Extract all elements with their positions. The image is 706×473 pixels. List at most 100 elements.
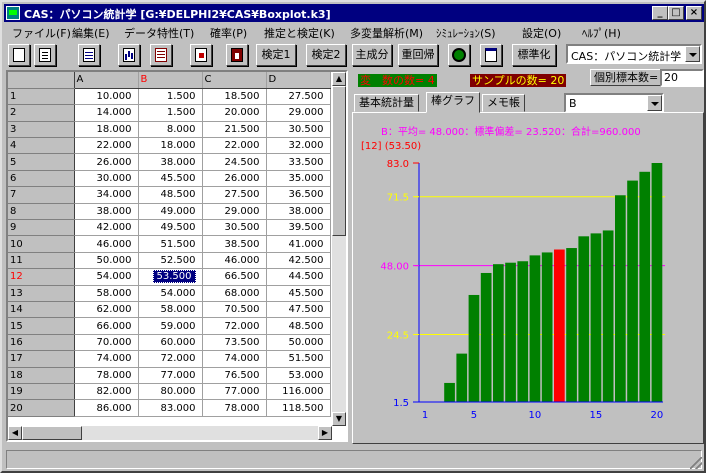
variable-select[interactable]: B: [564, 93, 664, 113]
bar-chart-button[interactable]: [118, 44, 140, 66]
grid-cell[interactable]: 54.000: [74, 268, 139, 286]
grid-cell[interactable]: 20.000: [202, 104, 267, 122]
grid-cell[interactable]: 52.500: [138, 252, 203, 270]
window-button[interactable]: [480, 44, 502, 66]
individual-sample-input[interactable]: 20: [660, 69, 704, 87]
grid-cell[interactable]: 60.000: [138, 334, 203, 352]
grid-cell[interactable]: 33.500: [266, 153, 331, 171]
minimize-button[interactable]: _: [652, 6, 668, 20]
grid-cell[interactable]: 62.000: [74, 301, 139, 319]
menu-estimation-test[interactable]: 推定と検定(K): [264, 25, 335, 41]
menu-settings[interactable]: 設定(O): [522, 25, 561, 41]
grid-cell[interactable]: 10.000: [74, 88, 139, 106]
row-header[interactable]: 8: [8, 203, 75, 221]
grid-cell[interactable]: 30.000: [74, 170, 139, 188]
horizontal-scrollbar[interactable]: ◀ ▶: [8, 426, 332, 440]
column-header[interactable]: A: [74, 72, 139, 89]
grid-cell[interactable]: 42.000: [74, 219, 139, 237]
pca-button[interactable]: 主成分: [352, 44, 392, 66]
grid-cell[interactable]: 70.000: [74, 334, 139, 352]
grid-cell[interactable]: 80.000: [138, 383, 203, 401]
grid-cell[interactable]: 18.500: [202, 88, 267, 106]
data-grid[interactable]: A B C D 1 10.000 1.500 18.500 27.500 2 14.000 1.500…: [6, 70, 348, 442]
regression-button[interactable]: 重回帰: [398, 44, 438, 66]
grid-cell[interactable]: 50.000: [74, 252, 139, 270]
grid-cell[interactable]: 29.000: [202, 203, 267, 221]
data-grid-button[interactable]: [78, 44, 100, 66]
menu-probability[interactable]: 確率(P): [210, 25, 247, 41]
column-header[interactable]: B: [138, 72, 203, 89]
scroll-up-icon[interactable]: ▲: [332, 72, 346, 86]
grid-cell[interactable]: 78.000: [202, 399, 267, 417]
column-header[interactable]: C: [202, 72, 267, 89]
vertical-scroll-thumb[interactable]: [332, 86, 346, 236]
grid-cell[interactable]: 74.000: [74, 350, 139, 368]
row-header[interactable]: 4: [8, 137, 75, 155]
row-header[interactable]: 5: [8, 153, 75, 171]
grid-cell[interactable]: 45.500: [266, 285, 331, 302]
resize-grip-icon[interactable]: [690, 457, 702, 469]
grid-cell[interactable]: 51.500: [266, 350, 331, 368]
title-bar[interactable]: CAS：パソコン統計学 [G:¥DELPHI2¥CAS¥Boxplot.k3] …: [4, 4, 704, 22]
grid-cell[interactable]: 26.000: [74, 153, 139, 171]
grid-cell[interactable]: 18.000: [138, 137, 203, 155]
grid-cell[interactable]: 58.000: [138, 301, 203, 319]
tab-basic-statistics[interactable]: 基本統計量: [354, 94, 419, 112]
grid-cell[interactable]: 38.000: [74, 203, 139, 221]
tab-memo[interactable]: メモ帳: [482, 94, 525, 112]
scroll-down-icon[interactable]: ▼: [332, 412, 346, 426]
grid-cell[interactable]: 35.000: [266, 170, 331, 188]
grid-cell[interactable]: 51.500: [138, 235, 203, 253]
grid-cell[interactable]: 78.000: [74, 367, 139, 384]
grid-cell[interactable]: 38.500: [202, 235, 267, 253]
grid-cell[interactable]: 46.000: [202, 252, 267, 270]
row-header[interactable]: 10: [8, 235, 75, 253]
grid-cell[interactable]: 83.000: [138, 399, 203, 417]
vertical-scrollbar[interactable]: ▲ ▼: [332, 72, 346, 426]
row-header[interactable]: 12: [8, 268, 75, 286]
maximize-button[interactable]: □: [668, 6, 684, 20]
row-header[interactable]: 14: [8, 301, 75, 319]
row-header[interactable]: 19: [8, 383, 75, 401]
row-header[interactable]: 16: [8, 334, 75, 352]
exit-button[interactable]: [226, 44, 248, 66]
grid-cell[interactable]: 34.000: [74, 186, 139, 204]
grid-cell[interactable]: 38.000: [138, 153, 203, 171]
row-header[interactable]: 17: [8, 350, 75, 368]
grid-cell[interactable]: 26.000: [202, 170, 267, 188]
grid-cell[interactable]: 72.000: [202, 317, 267, 335]
grid-cell[interactable]: 68.000: [202, 285, 267, 302]
grid-cell[interactable]: 1.500: [138, 88, 203, 106]
row-header[interactable]: 9: [8, 219, 75, 237]
row-header[interactable]: 3: [8, 121, 75, 139]
row-header[interactable]: 20: [8, 399, 75, 417]
row-header[interactable]: 2: [8, 104, 75, 122]
grid-cell[interactable]: 86.000: [74, 399, 139, 417]
grid-cell[interactable]: 74.000: [202, 350, 267, 368]
grid-cell[interactable]: 76.500: [202, 367, 267, 384]
grid-cell[interactable]: 49.000: [138, 203, 203, 221]
menu-simulation[interactable]: ｼﾐｭﾚｰｼｮﾝ(S): [436, 25, 496, 41]
grid-cell[interactable]: 42.500: [266, 252, 331, 270]
row-header[interactable]: 18: [8, 367, 75, 384]
test1-button[interactable]: 検定1: [256, 44, 296, 66]
mode-select[interactable]: CAS：パソコン統計学: [566, 44, 702, 64]
menu-edit[interactable]: 編集(E): [72, 25, 110, 41]
grid-cell[interactable]: 22.000: [74, 137, 139, 155]
grid-cell[interactable]: 77.000: [138, 367, 203, 384]
grid-cell[interactable]: 118.500: [266, 399, 331, 417]
test2-button[interactable]: 検定2: [306, 44, 346, 66]
grid-cell[interactable]: 116.000: [266, 383, 331, 401]
grid-cell[interactable]: 36.500: [266, 186, 331, 204]
grid-cell[interactable]: 24.500: [202, 153, 267, 171]
tab-bar-graph[interactable]: 棒グラフ: [426, 92, 480, 113]
chevron-down-icon[interactable]: [685, 46, 700, 62]
scroll-right-icon[interactable]: ▶: [318, 426, 332, 440]
grid-cell[interactable]: 32.000: [266, 137, 331, 155]
grid-cell[interactable]: 47.500: [266, 301, 331, 319]
menu-multivariate[interactable]: 多変量解析(M): [350, 25, 423, 41]
grid-cell[interactable]: 1.500: [138, 104, 203, 122]
grid-cell[interactable]: 58.000: [74, 285, 139, 302]
grid-cell[interactable]: 66.000: [74, 317, 139, 335]
grid-cell[interactable]: 8.000: [138, 121, 203, 139]
